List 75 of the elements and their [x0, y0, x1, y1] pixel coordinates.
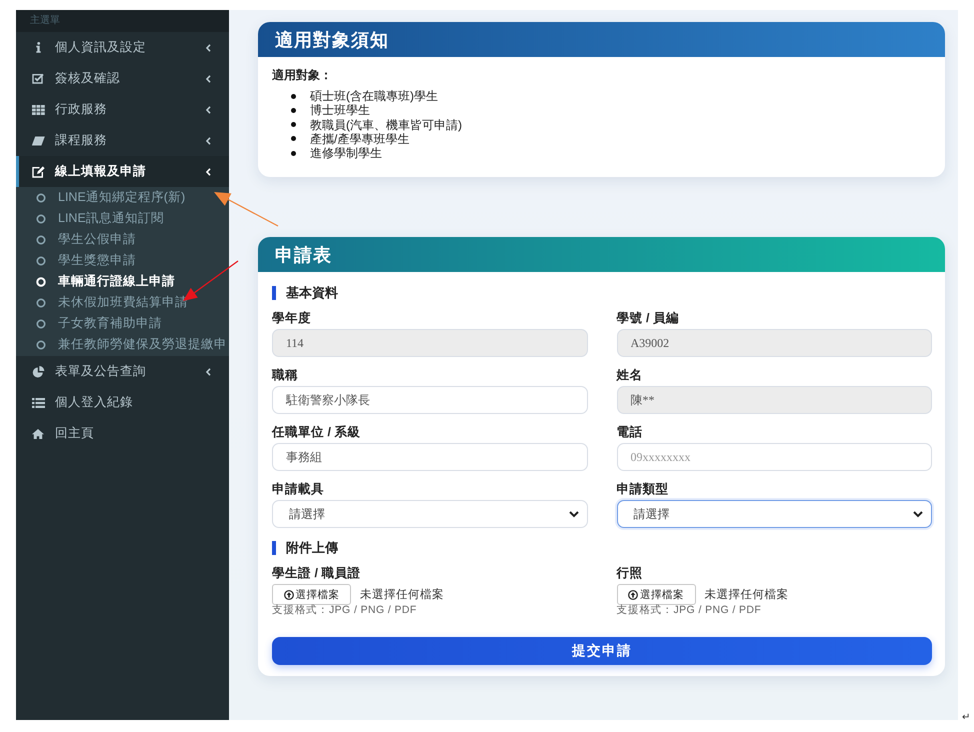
bullet-icon — [291, 150, 296, 156]
check-square-icon — [32, 73, 44, 84]
sidebar-header: 主選單 — [16, 10, 229, 32]
submenu-item[interactable]: 學生公假申請 — [16, 229, 229, 250]
field-label: 職稱 — [272, 368, 298, 382]
section-heading: 附件上傳 — [272, 541, 338, 556]
sidebar-item[interactable]: 課程服務 — [16, 125, 229, 156]
sidebar-item[interactable]: 個人登入紀錄 — [16, 387, 229, 418]
text-field[interactable]: 09xxxxxxxx — [616, 443, 932, 472]
format-hint: 支援格式：JPG / PNG / PDF — [272, 605, 417, 616]
bullet-icon — [291, 108, 296, 113]
submenu-item[interactable]: 未休假加班費結算申請 — [16, 292, 229, 313]
sidebar-item[interactable]: 個人資訊及設定 — [16, 32, 229, 63]
submenu-item[interactable]: 學生獎懲申請 — [16, 250, 229, 271]
submit-button[interactable]: 提交申請 — [272, 637, 932, 666]
grid-icon — [32, 104, 44, 114]
field-label: 學生證 / 職員證 — [272, 566, 360, 580]
circle-icon — [36, 298, 46, 308]
bullet-icon — [291, 136, 296, 142]
section-heading: 基本資料 — [272, 286, 338, 300]
card-title: 適用對象須知 — [275, 28, 389, 52]
field-label: 任職單位 / 系級 — [272, 425, 360, 440]
submenu-item[interactable]: 子女教育補助申請 — [16, 313, 229, 334]
sidebar-item[interactable]: 簽核及確認 — [16, 63, 229, 94]
sidebar-item[interactable]: 線上填報及申請 — [16, 156, 229, 187]
file-status-text: 未選擇任何檔案 — [704, 587, 788, 602]
submenu-item[interactable]: LINE訊息通知訂閱 — [16, 208, 229, 229]
field-label: 學號 / 員編 — [616, 311, 679, 326]
list-item-text: 教職員(汽車、機車皆可申請) — [310, 118, 462, 132]
dropdown-field[interactable]: 請選擇 — [616, 500, 932, 528]
choose-file-button[interactable]: 選擇檔案 — [616, 584, 696, 606]
sidebar-item[interactable]: 行政服務 — [16, 94, 229, 125]
submenu-item[interactable]: LINE通知綁定程序(新) — [16, 187, 229, 208]
circle-icon — [36, 234, 46, 244]
circle-icon — [36, 256, 46, 266]
format-hint: 支援格式：JPG / PNG / PDF — [616, 605, 762, 616]
upload-icon — [628, 590, 638, 600]
submenu-item[interactable]: 兼任教師勞健保及勞退提繳申 — [16, 334, 229, 355]
book-icon — [32, 136, 44, 146]
dropdown-field[interactable]: 請選擇 — [272, 500, 588, 528]
text-field[interactable]: 事務組 — [272, 443, 588, 472]
list-item-text: 進修學制學生 — [310, 146, 382, 160]
paragraph-mark: ↵ — [962, 712, 970, 724]
field-label: 姓名 — [616, 368, 642, 382]
field-label: 電話 — [616, 425, 642, 440]
chevron-down-icon — [913, 510, 923, 518]
list-item-text: 碩士班(含在職專班)學生 — [310, 89, 438, 104]
chevron-down-icon — [568, 510, 578, 518]
circle-icon — [36, 214, 46, 224]
circle-icon — [36, 318, 46, 328]
upload-icon — [284, 590, 294, 600]
field-label: 申請載具 — [272, 482, 324, 496]
list-item-text: 產攜/產學專班學生 — [310, 132, 410, 146]
field-label: 學年度 — [272, 311, 311, 326]
text-field[interactable]: 駐衛警察小隊長 — [272, 386, 588, 414]
card-title: 申請表 — [275, 244, 332, 267]
pie-chart-icon — [32, 366, 44, 378]
circle-icon — [36, 192, 46, 202]
notice-subtitle: 適用對象： — [272, 68, 332, 82]
list-item-text: 博士班學生 — [310, 103, 370, 118]
sidebar-item[interactable]: 表單及公告查詢 — [16, 356, 229, 387]
field-label: 行照 — [616, 566, 642, 580]
field-label: 申請類型 — [616, 482, 668, 496]
edit-icon — [32, 166, 44, 178]
bullet-icon — [291, 94, 296, 99]
sidebar-item[interactable]: 回主頁 — [16, 418, 229, 449]
circle-icon — [36, 276, 46, 286]
bullet-icon — [291, 122, 296, 128]
home-icon — [32, 428, 44, 438]
list-icon — [32, 398, 44, 408]
info-icon — [36, 42, 40, 53]
choose-file-button[interactable]: 選擇檔案 — [272, 584, 351, 606]
file-status-text: 未選擇任何檔案 — [360, 587, 444, 602]
circle-icon — [36, 340, 46, 350]
submenu-item[interactable]: 車輛通行證線上申請 — [16, 271, 229, 292]
